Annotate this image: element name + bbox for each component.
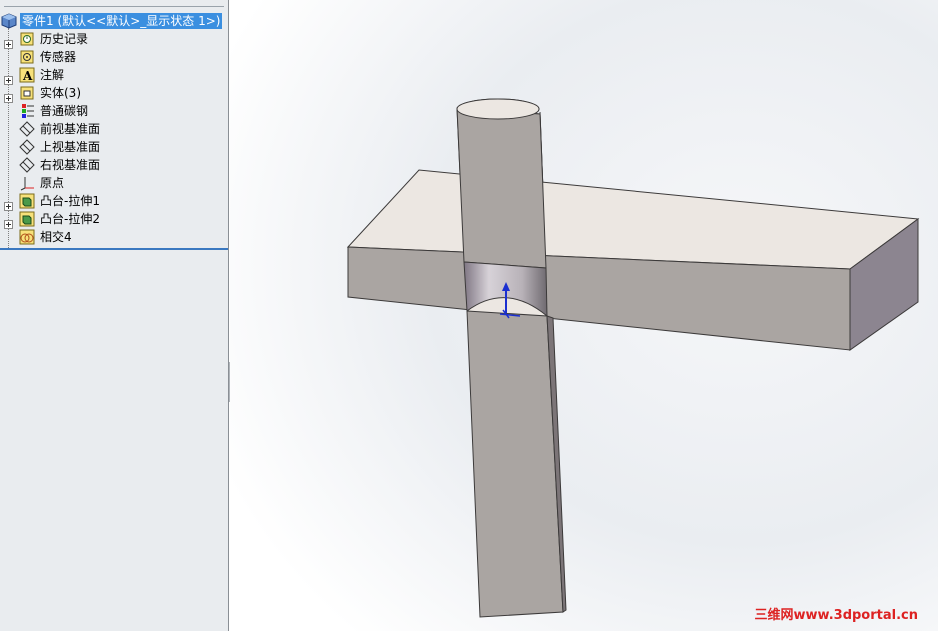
expand-plus-icon[interactable] bbox=[4, 34, 13, 49]
plane-icon bbox=[19, 121, 35, 137]
watermark-text: 三维网www.3dportal.cn bbox=[754, 608, 918, 623]
expand-plus-icon[interactable] bbox=[4, 88, 13, 103]
tree-item[interactable]: A 注解 bbox=[0, 66, 228, 85]
tree-item-label: 相交4 bbox=[40, 230, 72, 244]
solid-bodies-icon bbox=[19, 85, 35, 101]
tree-item[interactable]: 上视基准面 bbox=[0, 138, 228, 156]
expand-plus-icon[interactable] bbox=[4, 70, 13, 85]
tree-root-part[interactable]: 零件1 (默认<<默认>_显示状态 1>) bbox=[0, 12, 228, 30]
tree-item[interactable]: 凸台-拉伸1 bbox=[0, 192, 228, 211]
vertical-bar-over-plate bbox=[456, 107, 547, 269]
tree-item[interactable]: 原点 bbox=[0, 174, 228, 192]
extrude-icon bbox=[19, 193, 35, 209]
tree-item[interactable]: 实体(3) bbox=[0, 84, 228, 103]
origin-icon bbox=[19, 175, 35, 191]
history-icon bbox=[19, 31, 35, 47]
vertical-bar-lower bbox=[466, 310, 564, 618]
tree-separator bbox=[0, 248, 228, 250]
tree-item[interactable]: 传感器 bbox=[0, 48, 228, 66]
tree-item-label: 凸台-拉伸1 bbox=[40, 194, 100, 208]
tree-item-label: 凸台-拉伸2 bbox=[40, 212, 100, 226]
part-icon bbox=[0, 13, 17, 29]
extrude-icon bbox=[19, 211, 35, 227]
svg-text:A: A bbox=[22, 69, 33, 83]
tree-item[interactable]: 右视基准面 bbox=[0, 156, 228, 174]
tree-item[interactable]: 历史记录 bbox=[0, 30, 228, 49]
tree-item-label: 右视基准面 bbox=[40, 158, 101, 172]
tree-item-label: 原点 bbox=[40, 176, 65, 190]
tree-header bbox=[4, 0, 224, 7]
tree-item[interactable]: 前视基准面 bbox=[0, 120, 228, 138]
expand-plus-icon[interactable] bbox=[4, 196, 13, 211]
graphics-viewport[interactable] bbox=[230, 0, 938, 631]
plane-icon bbox=[19, 157, 35, 173]
tree-item-label: 注解 bbox=[40, 68, 65, 82]
tree-item[interactable]: 凸台-拉伸2 bbox=[0, 210, 228, 229]
expand-plus-icon[interactable] bbox=[4, 214, 13, 229]
tree-item[interactable]: 普通碳钢 bbox=[0, 102, 228, 120]
tree-item-label: 传感器 bbox=[40, 50, 77, 64]
tree-item-label: 普通碳钢 bbox=[40, 104, 89, 118]
plane-icon bbox=[19, 139, 35, 155]
tree-item[interactable]: 相交4 bbox=[0, 228, 228, 246]
tree-item-label: 上视基准面 bbox=[40, 140, 101, 154]
tree-item-label: 前视基准面 bbox=[40, 122, 101, 136]
sensor-icon bbox=[19, 49, 35, 65]
material-icon bbox=[19, 103, 35, 119]
tree-item-label: 历史记录 bbox=[40, 32, 89, 46]
model-view bbox=[230, 0, 938, 631]
feature-manager-tree: 零件1 (默认<<默认>_显示状态 1>) 历史记录传感器 A 注解实体(3) 普通碳… bbox=[0, 0, 229, 631]
tree-item-label: 实体(3) bbox=[40, 86, 81, 100]
intersect-icon bbox=[19, 229, 35, 245]
annotation-icon: A bbox=[19, 67, 35, 83]
root-part-label: 零件1 (默认<<默认>_显示状态 1>) bbox=[20, 13, 223, 29]
